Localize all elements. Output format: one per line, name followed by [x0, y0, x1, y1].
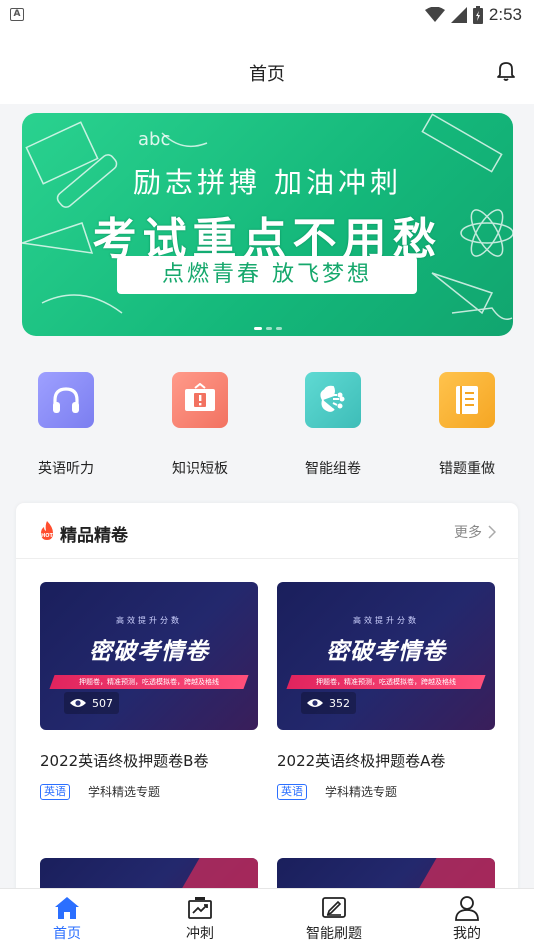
thumb-title: 密破考情卷: [89, 639, 209, 665]
paper-title: 2022英语终极押题卷B卷: [40, 752, 209, 770]
thumb-slogan: 押题卷，精准预测，吃透模拟卷，跨越及格线: [316, 678, 456, 686]
status-bar: A 2:53: [0, 0, 534, 30]
section-title: 精品精卷: [60, 526, 128, 546]
clock: 2:53: [488, 5, 522, 24]
paper-thumbnail[interactable]: 高效提升分数 密破考情卷 押题卷，精准预测，吃透模拟卷，跨越及格线 352: [277, 582, 495, 730]
app-bar: 首页: [0, 30, 534, 104]
carousel-dot: [276, 327, 282, 330]
view-count: 507: [64, 692, 119, 714]
notebook-icon: [439, 372, 495, 428]
paper-meta: 英语 学科精选专题: [277, 783, 495, 800]
more-link[interactable]: 更多: [454, 522, 496, 542]
tab-sprint[interactable]: 冲刺: [150, 895, 250, 943]
banner-headline: 励志拼搏 加油冲刺: [133, 166, 402, 199]
notification-badge: A: [10, 8, 24, 21]
home-icon: [55, 897, 79, 919]
view-count-value: 352: [329, 696, 350, 710]
tab-home[interactable]: 首页: [17, 895, 117, 943]
promo-banner[interactable]: abc 励志拼搏 加油冲刺 考试重点不用愁 点燃青春 放飞梦想: [22, 113, 513, 336]
tab-profile[interactable]: 我的: [417, 895, 517, 943]
paper-card[interactable]: 高效提升分数 密破考情卷 押题卷，精准预测，吃透模拟卷，跨越及格线 507 20…: [40, 582, 258, 800]
subject-tag: 英语: [40, 783, 70, 800]
quick-action-label: 智能组卷: [305, 461, 361, 477]
headphones-icon: [38, 372, 94, 428]
battery-icon: [472, 6, 483, 24]
eye-icon: [70, 699, 86, 707]
tab-smart-practice[interactable]: 智能刷题: [284, 895, 384, 943]
banner-ribbon: 点燃青春 放飞梦想: [117, 256, 417, 294]
thumb-title: 密破考情卷: [326, 639, 446, 665]
bottom-tab-bar: 首页 冲刺 智能刷题 我的: [0, 888, 534, 950]
section-header: HOT 精品精卷 更多: [16, 503, 518, 559]
thumb-slogan-bar: 押题卷，精准预测，吃透模拟卷，跨越及格线: [49, 675, 249, 689]
more-label: 更多: [454, 525, 482, 541]
tab-label: 智能刷题: [306, 926, 362, 942]
quick-action-redo-mistakes[interactable]: 错题重做: [412, 366, 522, 478]
carousel-dot-active: [254, 327, 262, 330]
thumb-slogan-bar: 押题卷，精准预测，吃透模拟卷，跨越及格线: [286, 675, 486, 689]
paper-meta: 英语 学科精选专题: [40, 783, 258, 800]
thumb-slogan: 押题卷，精准预测，吃透模拟卷，跨越及格线: [79, 678, 219, 686]
thumb-subtitle: 高效提升分数: [353, 616, 419, 625]
eye-icon: [307, 699, 323, 707]
status-icons: 2:53: [424, 4, 522, 26]
quick-action-smart-paper[interactable]: 智能组卷: [278, 366, 388, 478]
carousel-dot: [266, 327, 272, 330]
view-count-value: 507: [92, 696, 113, 710]
chevron-right-icon: [488, 525, 496, 539]
subject-tag: 英语: [277, 783, 307, 800]
tab-label: 我的: [453, 926, 481, 942]
quick-action-label: 知识短板: [172, 461, 228, 477]
hot-flame-icon: HOT: [41, 521, 54, 540]
tab-label: 首页: [53, 926, 81, 942]
quick-action-weakness[interactable]: 知识短板: [145, 366, 255, 478]
quick-action-listening[interactable]: 英语听力: [11, 366, 121, 478]
paper-category: 学科精选专题: [88, 785, 161, 799]
paper-thumbnail[interactable]: 高效提升分数 密破考情卷 押题卷，精准预测，吃透模拟卷，跨越及格线 507: [40, 582, 258, 730]
hot-badge-text: HOT: [41, 533, 53, 539]
paper-card[interactable]: 高效提升分数 密破考情卷 押题卷，精准预测，吃透模拟卷，跨越及格线 352 20…: [277, 582, 495, 800]
tab-label: 冲刺: [186, 926, 214, 942]
user-icon: [455, 896, 479, 921]
page-title: 首页: [249, 64, 285, 85]
bell-icon[interactable]: [494, 58, 518, 82]
alert-board-icon: [172, 372, 228, 428]
chart-up-icon: [188, 897, 212, 919]
thumb-subtitle: 高效提升分数: [116, 616, 182, 625]
quick-action-label: 错题重做: [439, 461, 495, 477]
view-count: 352: [301, 692, 356, 714]
paper-title: 2022英语终极押题卷A卷: [277, 752, 446, 770]
carousel-indicator: [254, 327, 282, 330]
quick-action-label: 英语听力: [38, 461, 94, 477]
paper-category: 学科精选专题: [325, 785, 398, 799]
edit-icon: [322, 897, 346, 918]
banner-doodle-text: abc: [138, 129, 171, 150]
brain-icon: [305, 372, 361, 428]
quick-actions: 英语听力 知识短板 智能组卷 错题重做: [0, 366, 534, 478]
wifi-icon: [424, 7, 445, 22]
signal-icon: [450, 7, 467, 23]
